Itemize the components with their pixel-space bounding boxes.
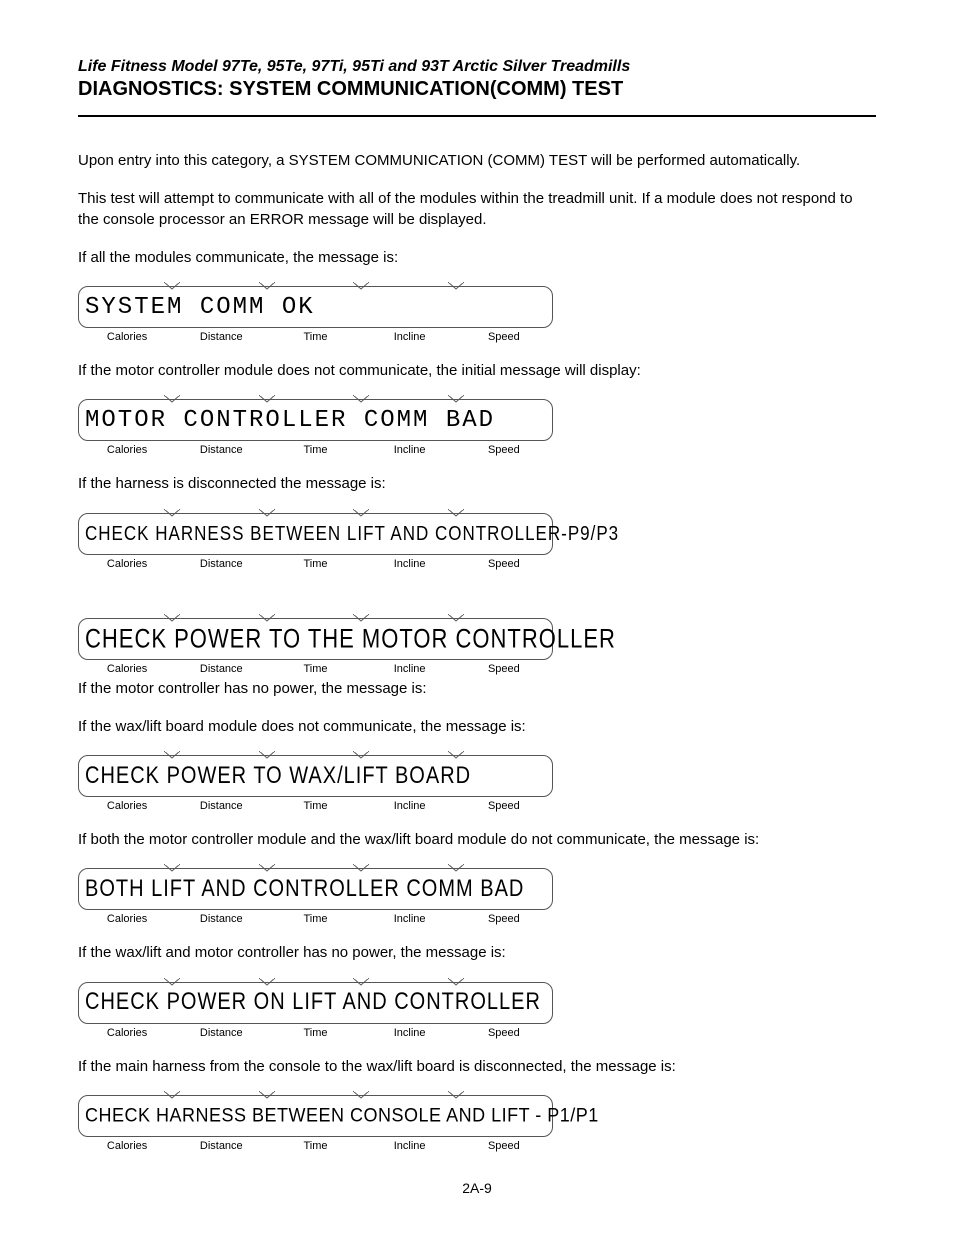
label-speed: Speed xyxy=(457,1140,551,1152)
label-incline: Incline xyxy=(363,800,457,812)
label-time: Time xyxy=(268,444,362,456)
lcd-text-1: SYSTEM COMM OK xyxy=(85,294,315,321)
lcd-text-8: CHECK HARNESS BETWEEN CONSOLE AND LIFT -… xyxy=(85,1104,599,1127)
label-distance: Distance xyxy=(174,331,268,343)
label-incline: Incline xyxy=(363,913,457,925)
label-distance: Distance xyxy=(174,444,268,456)
label-calories: Calories xyxy=(80,913,174,925)
label-time: Time xyxy=(268,913,362,925)
lcd-display-3: CHECK HARNESS BETWEEN LIFT AND CONTROLLE… xyxy=(78,513,553,570)
header-title: DIAGNOSTICS: SYSTEM COMMUNICATION(COMM) … xyxy=(78,78,876,101)
lcd-labels-5: Calories Distance Time Incline Speed xyxy=(78,800,553,812)
case-text-6: If both the motor controller module and … xyxy=(78,830,876,850)
lcd-labels-4: Calories Distance Time Incline Speed xyxy=(78,663,553,675)
header-subtitle: Life Fitness Model 97Te, 95Te, 97Ti, 95T… xyxy=(78,58,876,76)
lcd-labels-6: Calories Distance Time Incline Speed xyxy=(78,913,553,925)
case-text-1: If all the modules communicate, the mess… xyxy=(78,248,876,268)
label-incline: Incline xyxy=(363,444,457,456)
label-time: Time xyxy=(268,331,362,343)
lcd-text-6: BOTH LIFT AND CONTROLLER COMM BAD xyxy=(85,875,524,903)
lcd-labels-3: Calories Distance Time Incline Speed xyxy=(78,558,553,570)
label-calories: Calories xyxy=(80,1027,174,1039)
lcd-labels-1: Calories Distance Time Incline Speed xyxy=(78,331,553,343)
case-text-4: If the motor controller has no power, th… xyxy=(78,679,876,699)
lcd-display-1: SYSTEM COMM OK Calories Distance Time In… xyxy=(78,286,553,343)
lcd-display-5: CHECK POWER TO WAX/LIFT BOARD Calories D… xyxy=(78,755,553,812)
case-text-5: If the wax/lift board module does not co… xyxy=(78,717,876,737)
label-incline: Incline xyxy=(363,663,457,675)
intro-paragraph-2: This test will attempt to communicate wi… xyxy=(78,189,876,230)
label-speed: Speed xyxy=(457,444,551,456)
label-calories: Calories xyxy=(80,558,174,570)
label-speed: Speed xyxy=(457,331,551,343)
label-calories: Calories xyxy=(80,444,174,456)
case-text-3: If the harness is disconnected the messa… xyxy=(78,474,876,494)
lcd-labels-2: Calories Distance Time Incline Speed xyxy=(78,444,553,456)
lcd-text-5: CHECK POWER TO WAX/LIFT BOARD xyxy=(85,762,471,790)
label-speed: Speed xyxy=(457,1027,551,1039)
intro-paragraph-1: Upon entry into this category, a SYSTEM … xyxy=(78,151,876,171)
lcd-labels-7: Calories Distance Time Incline Speed xyxy=(78,1027,553,1039)
label-speed: Speed xyxy=(457,800,551,812)
page-number: 2A-9 xyxy=(78,1180,876,1196)
lcd-display-7: CHECK POWER ON LIFT AND CONTROLLER Calor… xyxy=(78,982,553,1039)
label-distance: Distance xyxy=(174,663,268,675)
label-distance: Distance xyxy=(174,1027,268,1039)
label-time: Time xyxy=(268,663,362,675)
label-distance: Distance xyxy=(174,558,268,570)
lcd-text-2: MOTOR CONTROLLER COMM BAD xyxy=(85,407,495,434)
lcd-text-7: CHECK POWER ON LIFT AND CONTROLLER xyxy=(85,989,541,1017)
label-speed: Speed xyxy=(457,913,551,925)
label-time: Time xyxy=(268,800,362,812)
label-time: Time xyxy=(268,1027,362,1039)
lcd-display-8: CHECK HARNESS BETWEEN CONSOLE AND LIFT -… xyxy=(78,1095,553,1152)
label-time: Time xyxy=(268,1140,362,1152)
lcd-display-6: BOTH LIFT AND CONTROLLER COMM BAD Calori… xyxy=(78,868,553,925)
label-speed: Speed xyxy=(457,663,551,675)
label-calories: Calories xyxy=(80,663,174,675)
lcd-labels-8: Calories Distance Time Incline Speed xyxy=(78,1140,553,1152)
case-text-2: If the motor controller module does not … xyxy=(78,361,876,381)
label-distance: Distance xyxy=(174,1140,268,1152)
label-speed: Speed xyxy=(457,558,551,570)
label-incline: Incline xyxy=(363,558,457,570)
lcd-text-4: CHECK POWER TO THE MOTOR CONTROLLER xyxy=(85,623,616,654)
label-calories: Calories xyxy=(80,1140,174,1152)
label-distance: Distance xyxy=(174,800,268,812)
case-text-7: If the wax/lift and motor controller has… xyxy=(78,943,876,963)
label-distance: Distance xyxy=(174,913,268,925)
lcd-display-4: CHECK POWER TO THE MOTOR CONTROLLER Calo… xyxy=(78,618,553,675)
case-text-8: If the main harness from the console to … xyxy=(78,1057,876,1077)
lcd-text-3: CHECK HARNESS BETWEEN LIFT AND CONTROLLE… xyxy=(85,522,619,546)
label-incline: Incline xyxy=(363,331,457,343)
header-divider xyxy=(78,115,876,117)
label-incline: Incline xyxy=(363,1140,457,1152)
label-calories: Calories xyxy=(80,800,174,812)
label-time: Time xyxy=(268,558,362,570)
lcd-display-2: MOTOR CONTROLLER COMM BAD Calories Dista… xyxy=(78,399,553,456)
label-incline: Incline xyxy=(363,1027,457,1039)
label-calories: Calories xyxy=(80,331,174,343)
